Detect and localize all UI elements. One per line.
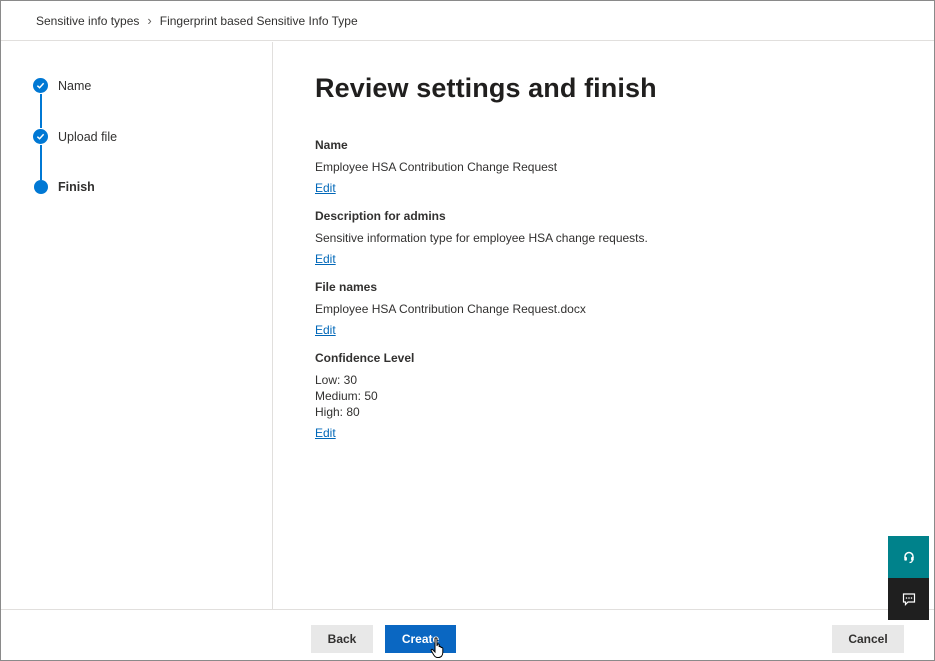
footer-bar: Back Create Cancel xyxy=(1,609,934,661)
confidence-medium: Medium: 50 xyxy=(315,389,378,403)
step-label: Upload file xyxy=(58,129,118,144)
step-name[interactable]: Name xyxy=(33,78,91,93)
breadcrumb-current: Fingerprint based Sensitive Info Type xyxy=(159,13,358,28)
step-label: Finish xyxy=(58,180,95,194)
edit-description-link[interactable]: Edit xyxy=(315,252,336,266)
step-navigation: Name Upload file Finish xyxy=(1,42,273,609)
file-names-section: File names Employee HSA Contribution Cha… xyxy=(315,280,657,339)
section-label: File names xyxy=(315,280,378,294)
back-button[interactable]: Back xyxy=(311,625,373,653)
step-label: Name xyxy=(58,78,92,93)
breadcrumb: Sensitive info types › Fingerprint based… xyxy=(1,1,934,41)
breadcrumb-root[interactable]: Sensitive info types xyxy=(36,14,139,28)
section-label: Name xyxy=(315,138,348,152)
edit-confidence-link[interactable]: Edit xyxy=(315,426,336,440)
description-section: Description for admins Sensitive informa… xyxy=(315,209,657,268)
edit-name-link[interactable]: Edit xyxy=(315,181,336,195)
section-label: Description for admins xyxy=(315,209,446,223)
confidence-low: Low: 30 xyxy=(315,373,358,387)
review-panel: Review settings and finish Name Employee… xyxy=(315,73,657,454)
page-title: Review settings and finish xyxy=(315,73,657,103)
confidence-high: High: 80 xyxy=(315,405,360,419)
feedback-icon[interactable] xyxy=(888,578,929,620)
step-upload-file[interactable]: Upload file xyxy=(33,129,117,144)
wizard-window: Sensitive info types › Fingerprint based… xyxy=(0,0,935,661)
step-connector xyxy=(40,94,42,128)
checkmark-icon xyxy=(33,78,48,93)
create-button[interactable]: Create xyxy=(385,625,456,653)
chevron-right-icon: › xyxy=(147,13,152,28)
section-label: Confidence Level xyxy=(315,351,415,365)
current-step-icon xyxy=(34,180,48,194)
name-section: Name Employee HSA Contribution Change Re… xyxy=(315,138,657,197)
confidence-level-section: Confidence Level Low: 30 Medium: 50 High… xyxy=(315,351,657,442)
section-value: Employee HSA Contribution Change Request xyxy=(315,160,558,174)
section-value: Employee HSA Contribution Change Request… xyxy=(315,302,586,316)
step-finish[interactable]: Finish xyxy=(33,180,95,194)
step-connector xyxy=(40,145,42,180)
headset-help-icon[interactable] xyxy=(888,536,929,578)
checkmark-icon xyxy=(33,129,48,144)
section-value: Sensitive information type for employee … xyxy=(315,231,648,245)
cancel-button[interactable]: Cancel xyxy=(832,625,904,653)
edit-file-names-link[interactable]: Edit xyxy=(315,323,336,337)
